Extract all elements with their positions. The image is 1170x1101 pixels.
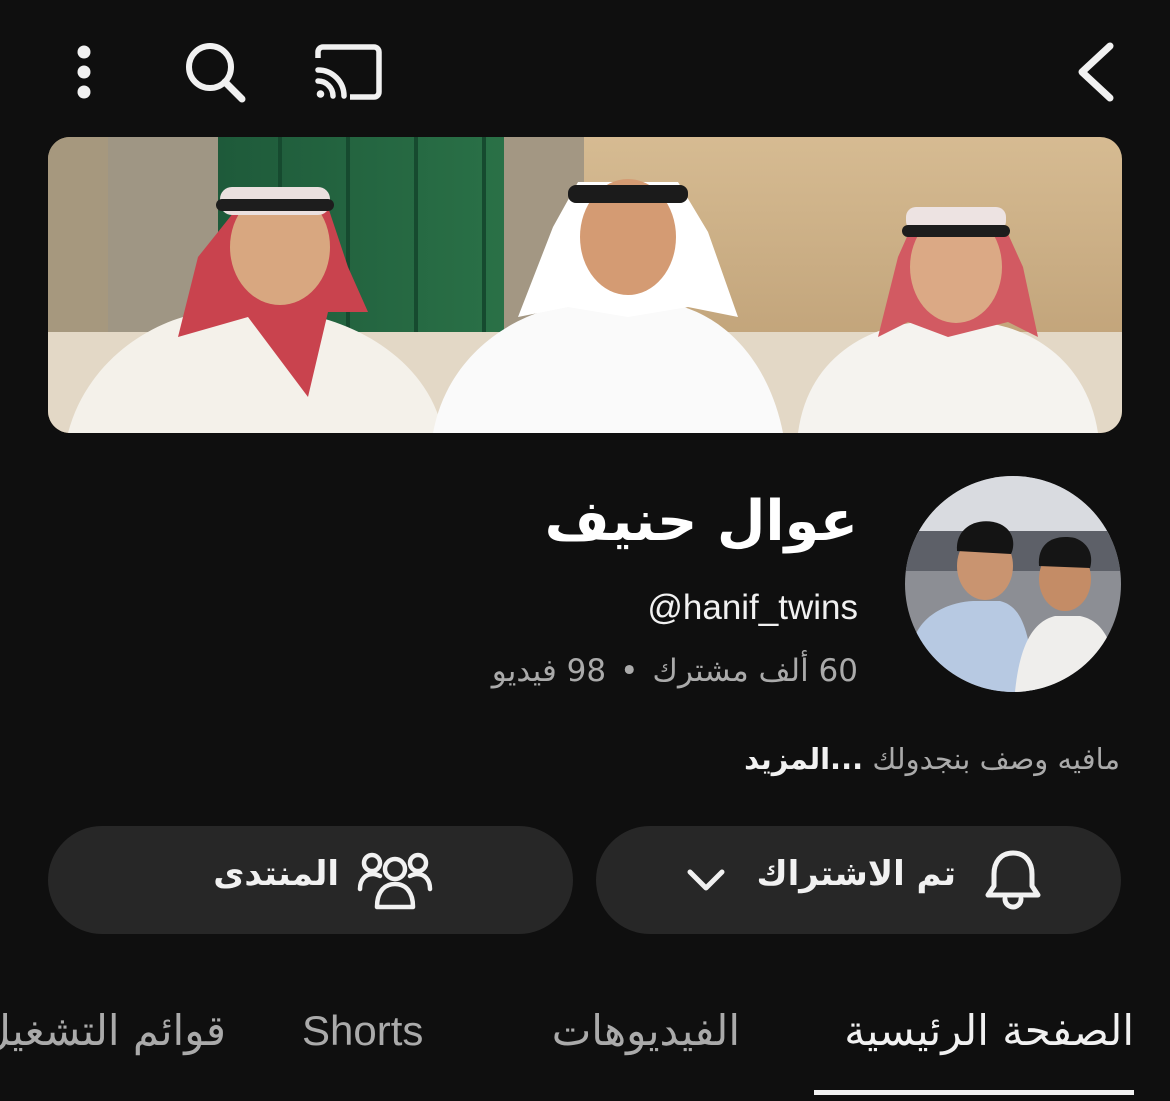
search-button[interactable]: [173, 30, 257, 114]
search-icon: [186, 43, 246, 103]
tab-playlists[interactable]: قوائم التشغيل: [0, 1000, 226, 1062]
cast-icon: [315, 44, 382, 100]
top-app-bar: [0, 0, 1170, 130]
channel-handle: @hanif_twins: [647, 588, 858, 627]
channel-tabs: الصفحة الرئيسية الفيديوهات Shorts قوائم …: [0, 990, 1170, 1101]
bell-icon: [985, 850, 1041, 910]
chevron-down-icon: [687, 869, 725, 891]
channel-avatar[interactable]: [905, 476, 1121, 692]
back-button[interactable]: [1053, 30, 1137, 114]
avatar-image: [905, 476, 1121, 692]
subscriber-count: 60 ألف مشترك: [652, 653, 858, 689]
active-tab-indicator: [814, 1090, 1134, 1095]
stats-separator: •: [620, 653, 639, 689]
community-label: المنتدى: [213, 854, 339, 894]
subscribed-label: تم الاشتراك: [756, 854, 956, 894]
people-icon: [357, 852, 433, 910]
channel-description[interactable]: مافيه وصف بنجدولك ...المزيد: [744, 737, 1120, 781]
community-button[interactable]: المنتدى: [48, 826, 573, 934]
more-link[interactable]: ...المزيد: [744, 742, 863, 776]
subscribed-button[interactable]: تم الاشتراك: [596, 826, 1121, 934]
channel-banner: [48, 137, 1122, 433]
video-count: 98 فيديو: [491, 653, 607, 689]
channel-stats: 60 ألف مشترك • 98 فيديو: [492, 649, 858, 693]
banner-illustration: [48, 137, 1122, 433]
more-vert-icon: [77, 45, 91, 99]
back-chevron-icon: [1078, 42, 1114, 102]
tab-home[interactable]: الصفحة الرئيسية: [844, 1000, 1134, 1062]
channel-name: عوال حنيف: [544, 489, 858, 554]
cast-button[interactable]: [306, 30, 390, 114]
description-text: مافيه وصف بنجدولك: [872, 742, 1120, 776]
more-options-button[interactable]: [42, 30, 126, 114]
tab-videos[interactable]: الفيديوهات: [552, 1000, 740, 1062]
tab-shorts[interactable]: Shorts: [302, 1000, 423, 1062]
